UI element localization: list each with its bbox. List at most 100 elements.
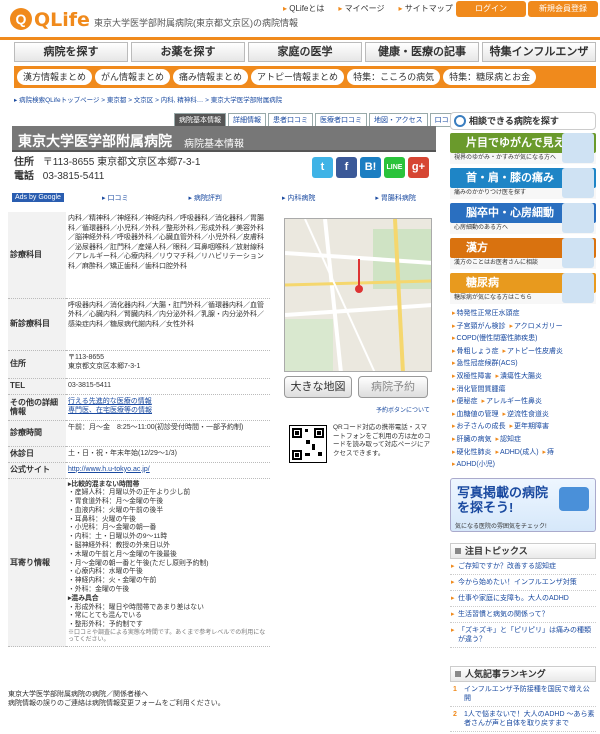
hospital-info-table: 診療科目 内科／精神科／神経科／神経内科／呼吸器科／消化器科／胃腸科／循環器科／小… xyxy=(8,212,270,648)
row-label: 住所 xyxy=(8,350,66,379)
photo-hospital-banner[interactable]: 写真掲載の病院を探そう! 気になる医院の雰囲気をチェック! xyxy=(450,478,596,532)
subnav-cancer[interactable]: がん情報まとめ xyxy=(95,69,171,85)
rank-number: 2 xyxy=(453,711,457,718)
ads-label[interactable]: Ads by Google xyxy=(12,193,64,202)
facebook-icon[interactable]: f xyxy=(336,157,357,178)
row-label: 診療科目 xyxy=(8,212,66,299)
nav-home-medicine[interactable]: 家庭の医学 xyxy=(248,42,362,62)
hospital-map[interactable] xyxy=(284,218,432,372)
disease-link[interactable]: COPD(慢性閉塞性肺疾患) xyxy=(452,335,537,342)
qlife-logo[interactable]: Q QLife xyxy=(10,8,90,32)
subnav-kampo[interactable]: 漢方情報まとめ xyxy=(17,69,93,85)
reserve-button[interactable]: 病院予約 xyxy=(358,376,428,398)
disease-link[interactable]: アレルギー性鼻炎 xyxy=(482,398,543,405)
line-icon[interactable]: LINE xyxy=(384,157,405,178)
subnav-atopy[interactable]: アトピー情報まとめ xyxy=(251,69,345,85)
disease-link[interactable]: 急性冠症候群(ACS) xyxy=(452,360,518,367)
ads-bar: Ads by Google ▸ 口コミ ▸ 病院評判 ▸ 内科病院 ▸ 胃腸科病… xyxy=(12,193,436,205)
disease-link[interactable]: 硬化性肺炎 xyxy=(452,449,492,456)
subnav-mind[interactable]: 特集：こころの病気 xyxy=(347,69,441,85)
hatena-icon[interactable]: B! xyxy=(360,157,381,178)
disease-link[interactable]: 痔 xyxy=(543,449,555,456)
busy-line: ・心療内科：水曜の午後 xyxy=(68,568,143,576)
disease-link[interactable]: 双極性障害 xyxy=(452,373,492,380)
category-stroke[interactable]: 脳卒中・心房細動 心房細動のある方へ xyxy=(450,203,596,235)
topic-item[interactable]: 生活習慣と病気の関係って？ xyxy=(450,607,596,623)
official-site-link[interactable]: http://www.h.u-tokyo.ac.jp/ xyxy=(66,462,270,479)
breadcrumb[interactable]: ▸ 病院検索QLifeトップページ > 東京都 > 文京区 > 内科, 精神科…… xyxy=(14,94,444,104)
footnote: 東京大学医学部附属病院の病院／関係者様へ 病院情報の誤りのご連絡は病院情報変更フ… xyxy=(8,691,225,707)
busy-note: ※口コミや調査による実態な時間です。あくまで参考レベルでの利用になってください。 xyxy=(68,630,266,644)
top-link-mypage[interactable]: マイページ xyxy=(338,3,385,17)
topic-item[interactable]: ご存知ですか？改善する認知症 xyxy=(450,559,596,575)
category-neck-pain[interactable]: 首・肩・膝の痛み 痛みのかかりつけ医を探す xyxy=(450,168,596,200)
topic-item[interactable]: 仕事や家庭に支障も。大人のADHD xyxy=(450,591,596,607)
disease-link[interactable]: 肝臓の病気 xyxy=(452,436,492,443)
disease-link[interactable]: ADHD(成人) xyxy=(496,449,539,456)
table-row: 公式サイト http://www.h.u-tokyo.ac.jp/ xyxy=(8,462,270,479)
topics-section: 注目トピックス ご存知ですか？改善する認知症 今から始めたい！インフルエンザ対策… xyxy=(450,543,596,648)
ad-link[interactable]: ▸ 胃腸科病院 xyxy=(375,193,415,203)
tab-map-access[interactable]: 地図・アクセス xyxy=(369,113,428,127)
register-button[interactable]: 新規会員登録 xyxy=(528,1,598,17)
subnav-diabetes[interactable]: 特集：糖尿病とお金 xyxy=(443,69,537,85)
busy-line: ・血液内科：火曜の午前の後半 xyxy=(68,506,164,514)
disease-link[interactable]: アクロメガリー xyxy=(510,323,563,330)
nav-hospital[interactable]: 病院を探す xyxy=(14,42,128,62)
tab-doctor-reviews[interactable]: 医療者口コミ xyxy=(315,113,367,127)
ad-link[interactable]: ▸ 口コミ xyxy=(102,193,128,203)
busy-line: ・脳神経外科：教授の外来日以外 xyxy=(68,542,170,550)
ranking-section: 人気記事ランキング 1 インフルエンザ予防接種を国民で増え公開 2 1人で悩まないで… xyxy=(450,666,596,732)
nav-medicine[interactable]: お薬を探す xyxy=(131,42,245,62)
nav-articles[interactable]: 健康・医療の記事 xyxy=(365,42,479,62)
disease-link[interactable]: 子宮頸がん検診 xyxy=(452,323,506,330)
category-diabetes[interactable]: 糖尿病 糖尿病が気になる方はこちら xyxy=(450,273,596,305)
phone-value: 03-3815-5411 xyxy=(42,171,105,182)
disease-link[interactable]: ADHD(小児) xyxy=(452,461,495,468)
twitter-icon[interactable]: t xyxy=(312,157,333,178)
login-button[interactable]: ログイン xyxy=(456,1,526,17)
tab-details[interactable]: 詳細情報 xyxy=(228,113,266,127)
crowd-title: ▸混み具合 xyxy=(68,594,99,602)
nav-influenza[interactable]: 特集インフルエンザ xyxy=(482,42,596,62)
ranking-item[interactable]: 2 1人で悩まないで！大人のADHD ～あら素者さんが声と自体を取り戻すまで xyxy=(450,707,596,732)
top-link-sitemap[interactable]: サイトマップ xyxy=(398,3,453,17)
doctor-illustration xyxy=(562,273,594,303)
ad-link[interactable]: ▸ 病院評判 xyxy=(188,193,221,203)
row-value: 03-3815-5411 xyxy=(66,378,270,395)
qr-description: QRコード対応の携帯電話・スマートフォンをご利用の方は左のコードを読み取って対応… xyxy=(333,424,431,457)
tab-basic-info[interactable]: 病院基本情報 xyxy=(174,113,226,127)
top-links: QLifeとは マイページ サイトマップ xyxy=(283,3,453,17)
top-link-about[interactable]: QLifeとは xyxy=(283,3,324,17)
reserve-info-link[interactable]: 予約ボタンについて xyxy=(376,405,430,414)
disease-link[interactable]: 消化管間質腫瘍 xyxy=(452,386,506,393)
doctor-illustration xyxy=(562,203,594,233)
ranking-item[interactable]: 1 インフルエンザ予防接種を国民で増え公開 xyxy=(450,682,596,707)
busy-line: ・産婦人科：月曜以外の正午より少し前 xyxy=(68,489,191,497)
topic-item[interactable]: 今から始めたい！インフルエンザ対策 xyxy=(450,575,596,591)
category-eye[interactable]: 片目でゆがんで見える 視界のゆがみ・かすみが気になる方へ xyxy=(450,133,596,165)
phone-label: 電話 xyxy=(14,171,34,182)
row-value[interactable]: 行える先進的な医療の情報 専門医、在宅医療等の情報 xyxy=(66,394,270,421)
topic-item[interactable]: 「ズキズキ」と「ピリピリ」は痛みの種類が違う？ xyxy=(450,623,596,648)
subnav-pain[interactable]: 痛み情報まとめ xyxy=(173,69,249,85)
disease-link[interactable]: 逆流性食道炎 xyxy=(503,411,550,418)
large-map-button[interactable]: 大きな地図 xyxy=(284,376,352,398)
disease-link[interactable]: 便秘症 xyxy=(452,398,478,405)
banner-subtitle: 気になる医院の雰囲気をチェック! xyxy=(455,524,547,530)
main-nav: 病院を探す お薬を探す 家庭の医学 健康・医療の記事 特集インフルエンザ xyxy=(14,42,596,62)
disease-link[interactable]: アトピー性皮膚炎 xyxy=(503,348,564,355)
map-graphic xyxy=(285,219,431,371)
google-plus-icon[interactable]: g+ xyxy=(408,157,429,178)
disease-link[interactable]: 潰瘍性大腸炎 xyxy=(496,373,543,380)
category-kampo[interactable]: 漢方 漢方のことはお医者さんに相談 xyxy=(450,238,596,270)
disease-link[interactable]: 更年期障害 xyxy=(510,423,550,430)
table-row: その他の詳細情報 行える先進的な医療の情報 専門医、在宅医療等の情報 xyxy=(8,394,270,421)
disease-link[interactable]: 認知症 xyxy=(496,436,522,443)
disease-link[interactable]: 特発性正常圧水頭症 xyxy=(452,310,520,317)
disease-link[interactable]: お子さんの成長 xyxy=(452,423,506,430)
tab-patient-reviews[interactable]: 患者口コミ xyxy=(268,113,313,127)
disease-link[interactable]: 骨粗しょう症 xyxy=(452,348,499,355)
ad-link[interactable]: ▸ 内科病院 xyxy=(282,193,315,203)
disease-link[interactable]: 血糖値の管理 xyxy=(452,411,499,418)
